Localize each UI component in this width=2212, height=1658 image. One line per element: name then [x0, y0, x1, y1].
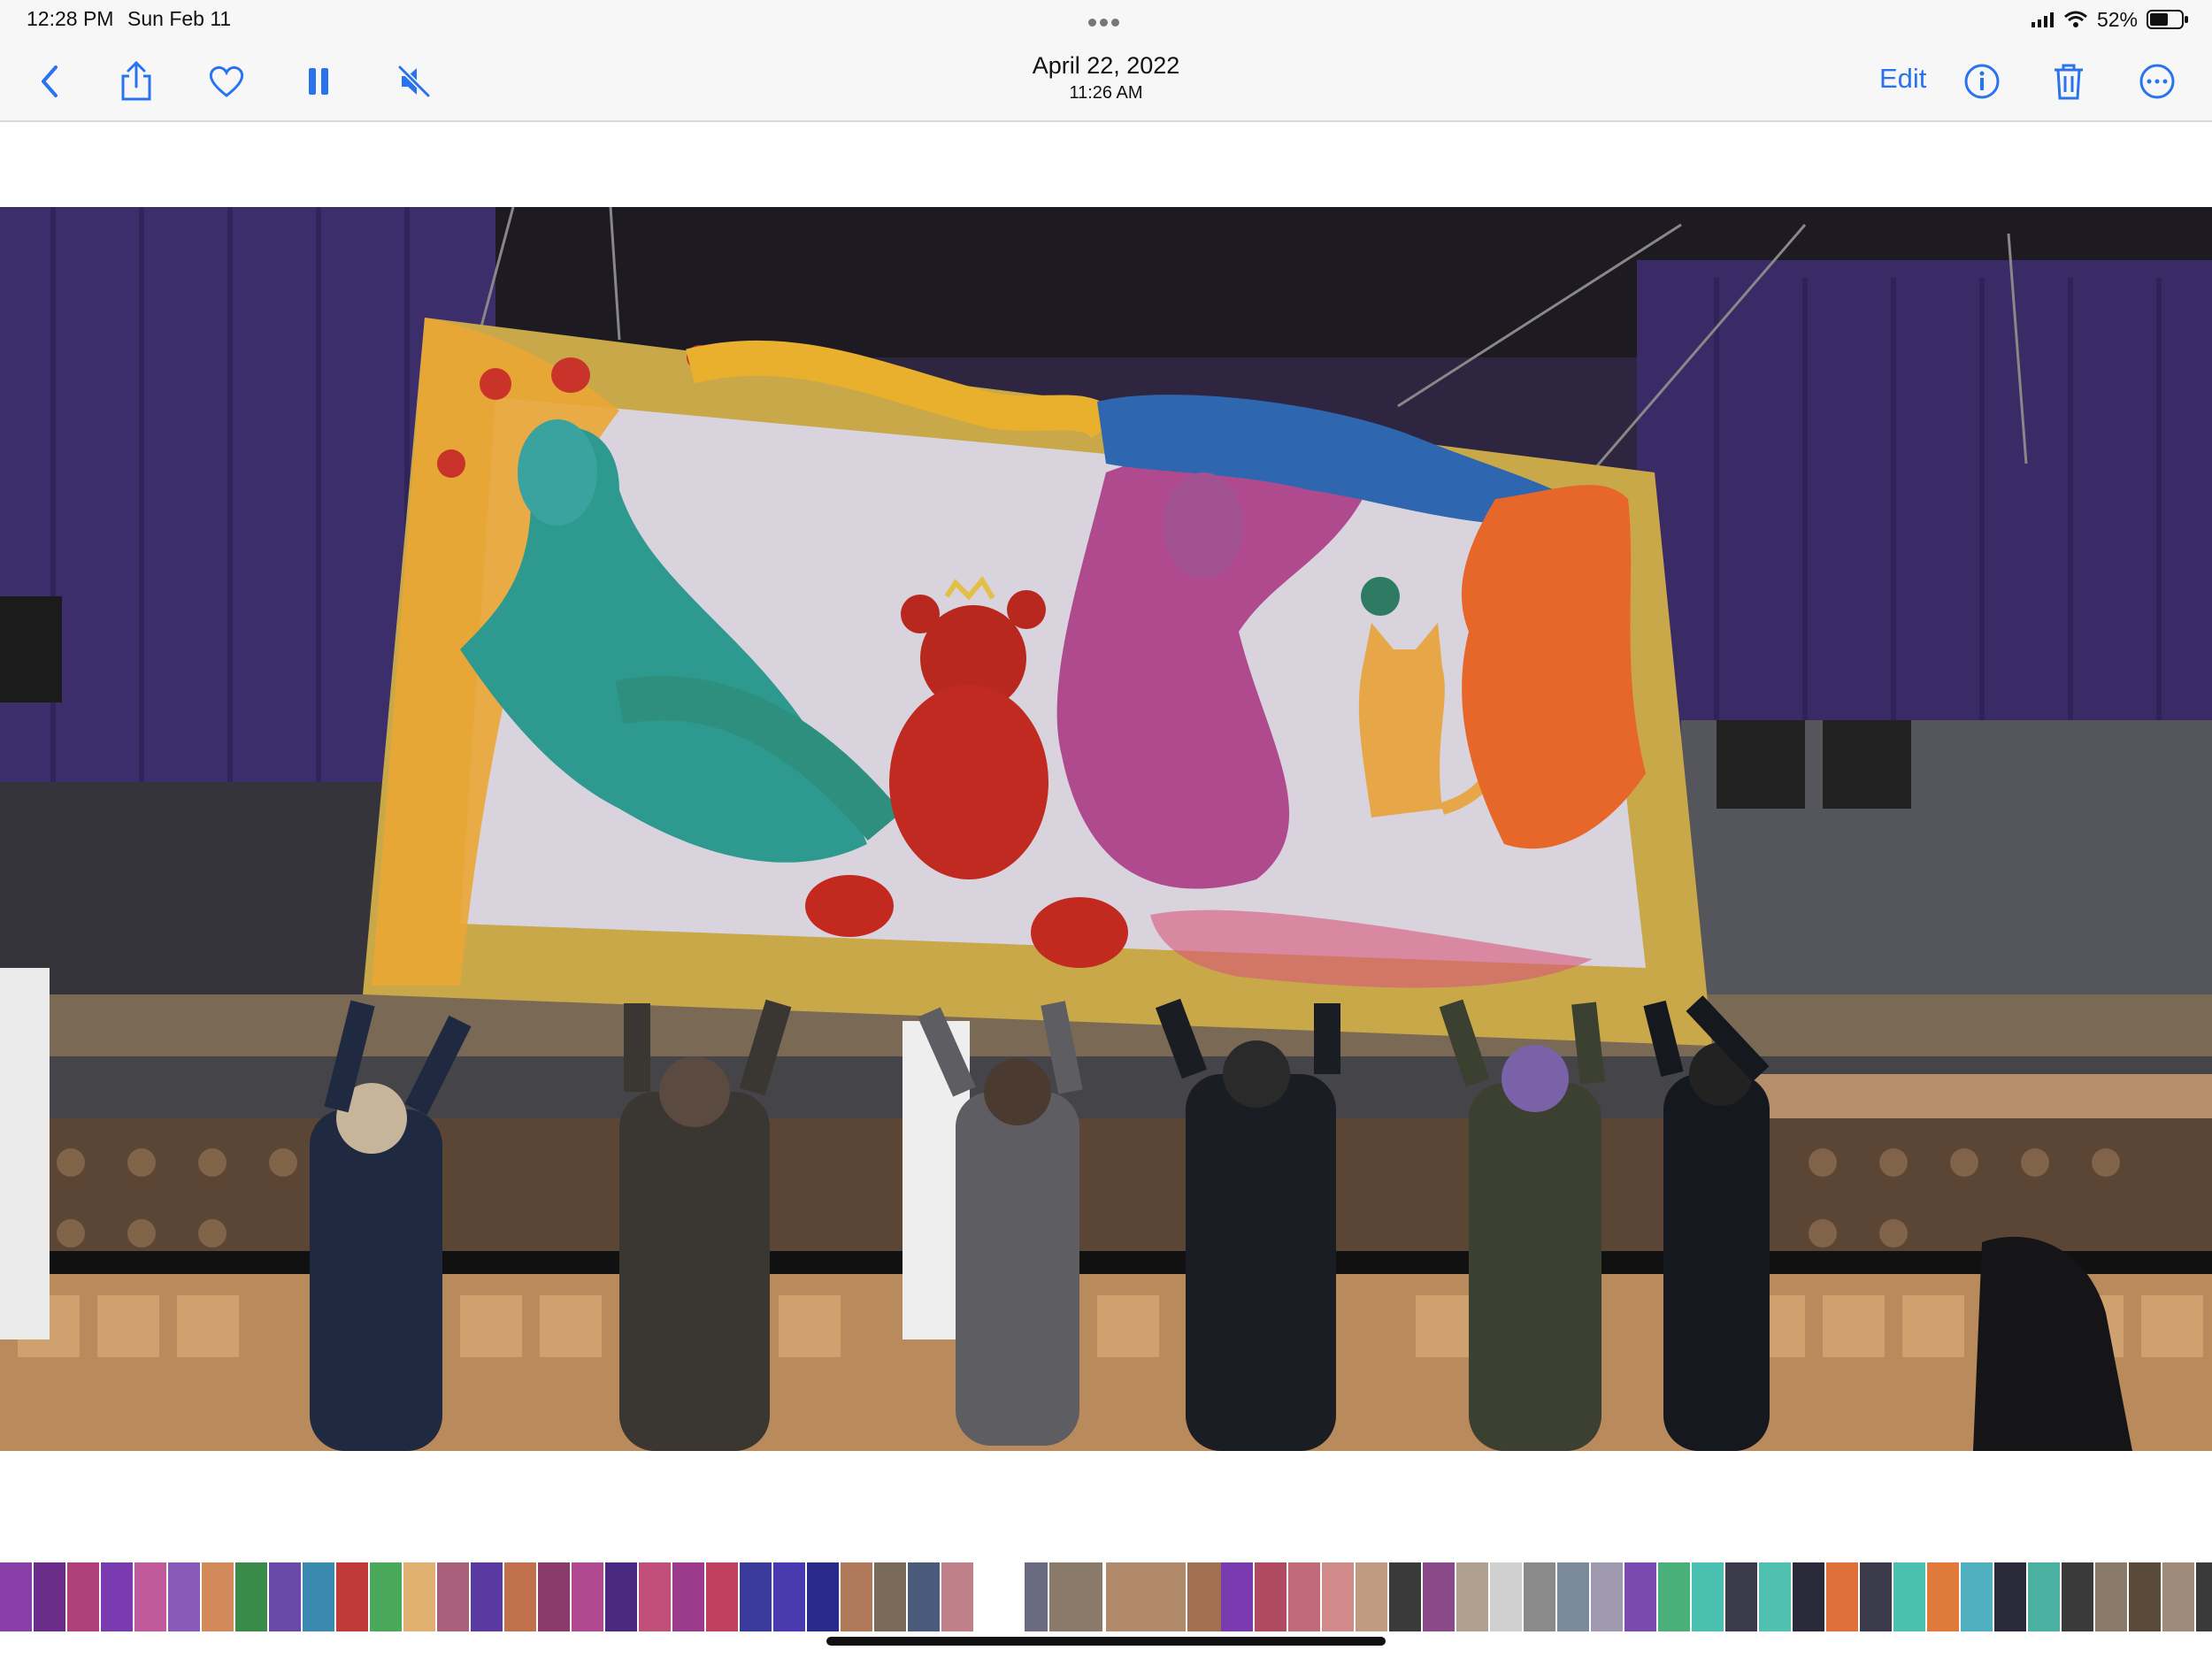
- thumbnail[interactable]: [841, 1562, 872, 1631]
- thumbnail[interactable]: [168, 1562, 200, 1631]
- thumbnail[interactable]: [1893, 1562, 1925, 1631]
- thumbnail[interactable]: [2129, 1562, 2161, 1631]
- thumbnail[interactable]: [639, 1562, 671, 1631]
- thumbnail[interactable]: [1049, 1562, 1102, 1631]
- thumbnail[interactable]: [235, 1562, 267, 1631]
- thumbnail[interactable]: [1793, 1562, 1824, 1631]
- battery-icon: [2147, 10, 2188, 29]
- multitasking-dots-icon[interactable]: [1088, 15, 1125, 27]
- thumbnail[interactable]: [1490, 1562, 1522, 1631]
- thumbnail[interactable]: [908, 1562, 940, 1631]
- thumbnail[interactable]: [538, 1562, 570, 1631]
- more-icon[interactable]: [2136, 60, 2178, 103]
- thumbnail[interactable]: [1288, 1562, 1320, 1631]
- thumbnail[interactable]: [1658, 1562, 1690, 1631]
- thumbnail[interactable]: [1759, 1562, 1791, 1631]
- thumbnail[interactable]: [202, 1562, 234, 1631]
- thumbnail[interactable]: [1106, 1562, 1186, 1631]
- thumbnail[interactable]: [740, 1562, 772, 1631]
- thumbnail[interactable]: [1025, 1562, 1048, 1631]
- thumbnail[interactable]: [1624, 1562, 1656, 1631]
- trash-icon[interactable]: [2047, 60, 2090, 103]
- thumbnail[interactable]: [1725, 1562, 1757, 1631]
- thumbnail[interactable]: [1322, 1562, 1354, 1631]
- thumbnail[interactable]: [706, 1562, 738, 1631]
- thumbnail[interactable]: [807, 1562, 839, 1631]
- thumbnail[interactable]: [874, 1562, 906, 1631]
- photo-viewer[interactable]: [0, 207, 2212, 1451]
- thumbnail[interactable]: [1557, 1562, 1589, 1631]
- thumbnail[interactable]: [2095, 1562, 2127, 1631]
- thumbnail[interactable]: [101, 1562, 133, 1631]
- thumbnail[interactable]: [1591, 1562, 1623, 1631]
- thumbnail[interactable]: [2028, 1562, 2060, 1631]
- thumbnail[interactable]: [1994, 1562, 2026, 1631]
- thumbnail[interactable]: [437, 1562, 469, 1631]
- thumbnail-selected[interactable]: [1187, 1562, 1223, 1631]
- thumbnail[interactable]: [403, 1562, 435, 1631]
- status-indicators: 52%: [2031, 7, 2189, 32]
- thumbnail[interactable]: [134, 1562, 166, 1631]
- thumbnail[interactable]: [672, 1562, 704, 1631]
- thumbnail[interactable]: [2062, 1562, 2093, 1631]
- thumbnail[interactable]: [1961, 1562, 1993, 1631]
- thumbnail[interactable]: [572, 1562, 603, 1631]
- thumbnail[interactable]: [1221, 1562, 1253, 1631]
- status-time: 12:28 PM: [27, 7, 114, 30]
- thumbnail[interactable]: [0, 1562, 32, 1631]
- thumbnail[interactable]: [67, 1562, 99, 1631]
- thumbnail[interactable]: [336, 1562, 368, 1631]
- thumbnail[interactable]: [370, 1562, 402, 1631]
- thumbnail[interactable]: [1456, 1562, 1488, 1631]
- photo-toolbar: April 22, 2022 11:26 AM Edit: [0, 39, 2212, 122]
- thumbnail[interactable]: [2162, 1562, 2194, 1631]
- info-icon[interactable]: [1961, 60, 2003, 103]
- thumbnail[interactable]: [1692, 1562, 1724, 1631]
- status-bar: 12:28 PM Sun Feb 11 52%: [0, 0, 2212, 39]
- thumbnail[interactable]: [303, 1562, 334, 1631]
- thumbnail[interactable]: [1423, 1562, 1455, 1631]
- thumbnail[interactable]: [1826, 1562, 1858, 1631]
- thumbnail[interactable]: [1356, 1562, 1387, 1631]
- thumbnail[interactable]: [269, 1562, 301, 1631]
- thumbnail[interactable]: [1524, 1562, 1555, 1631]
- thumbnail[interactable]: [1255, 1562, 1286, 1631]
- thumbnail[interactable]: [2196, 1562, 2212, 1631]
- cellular-signal-icon: [2031, 12, 2054, 27]
- thumbnail[interactable]: [471, 1562, 503, 1631]
- thumbnail-filmstrip[interactable]: [0, 1562, 2212, 1631]
- thumbnail[interactable]: [1927, 1562, 1959, 1631]
- status-date: Sun Feb 11: [127, 7, 232, 30]
- thumbnail[interactable]: [773, 1562, 805, 1631]
- thumbnail[interactable]: [605, 1562, 637, 1631]
- thumbnail[interactable]: [504, 1562, 536, 1631]
- edit-button[interactable]: Edit: [1879, 63, 1926, 95]
- thumbnail[interactable]: [34, 1562, 65, 1631]
- thumbnail[interactable]: [941, 1562, 973, 1631]
- thumbnail[interactable]: [1860, 1562, 1892, 1631]
- thumbnail[interactable]: [1389, 1562, 1421, 1631]
- wifi-icon: [2063, 11, 2087, 27]
- battery-percentage: 52%: [2096, 7, 2138, 31]
- home-indicator[interactable]: [826, 1637, 1386, 1646]
